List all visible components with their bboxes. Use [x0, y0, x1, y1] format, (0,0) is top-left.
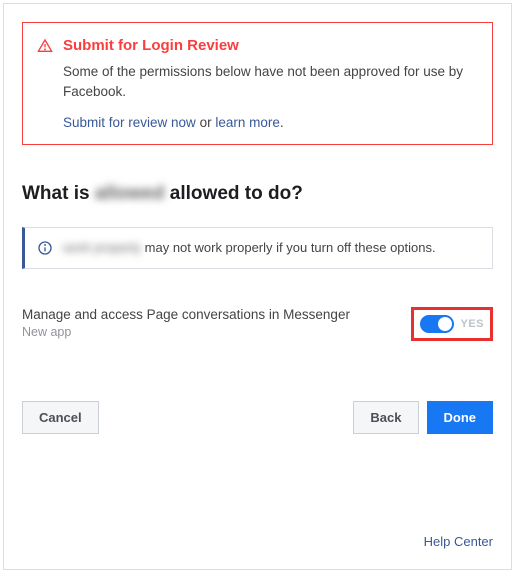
info-blurred: work properly	[63, 240, 141, 255]
heading-prefix: What is	[22, 183, 95, 204]
cancel-button[interactable]: Cancel	[22, 401, 99, 434]
permission-text: Manage and access Page conversations in …	[22, 307, 411, 339]
alert-or-text: or	[196, 115, 216, 130]
dialog-container: Submit for Login Review Some of the perm…	[3, 3, 512, 570]
back-button[interactable]: Back	[353, 401, 418, 434]
button-row: Cancel Back Done	[22, 401, 493, 434]
alert-body: Some of the permissions below have not b…	[37, 62, 478, 103]
permission-label: Manage and access Page conversations in …	[22, 307, 411, 322]
heading-app-name: allowed	[95, 183, 165, 204]
alert-period: .	[280, 115, 284, 130]
login-review-alert: Submit for Login Review Some of the perm…	[22, 22, 493, 145]
toggle-state-label: YES	[460, 318, 484, 330]
alert-links: Submit for review now or learn more.	[37, 115, 478, 130]
permission-row: Manage and access Page conversations in …	[22, 307, 493, 341]
heading-suffix: allowed to do?	[165, 183, 303, 204]
toggle-knob	[438, 317, 452, 331]
submit-review-link[interactable]: Submit for review now	[63, 115, 196, 130]
info-message: may not work properly if you turn off th…	[141, 240, 436, 255]
info-box: work properly may not work properly if y…	[22, 227, 493, 269]
info-text: work properly may not work properly if y…	[63, 240, 436, 255]
warning-icon	[37, 38, 53, 54]
alert-header: Submit for Login Review	[37, 37, 478, 54]
alert-title: Submit for Login Review	[63, 37, 239, 54]
permission-toggle[interactable]	[420, 315, 454, 333]
learn-more-link[interactable]: learn more	[215, 115, 280, 130]
permission-sub: New app	[22, 325, 411, 339]
button-right-group: Back Done	[353, 401, 493, 434]
info-icon	[37, 240, 53, 256]
permissions-heading: What is allowed allowed to do?	[22, 183, 493, 205]
done-button[interactable]: Done	[427, 401, 494, 434]
help-center-link[interactable]: Help Center	[424, 534, 493, 549]
toggle-highlight: YES	[411, 307, 493, 341]
